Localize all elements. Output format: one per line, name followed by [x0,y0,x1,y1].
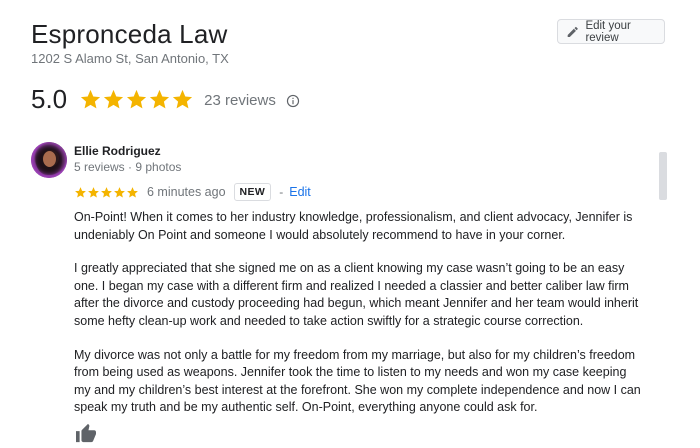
edit-review-link[interactable]: Edit [289,185,311,199]
separator: - [279,185,284,199]
review-paragraph: My divorce was not only a battle for my … [74,347,641,415]
avatar[interactable] [31,142,67,178]
edit-your-review-label: Edit your review [585,19,631,44]
rating-stars [79,88,194,111]
reviewer-meta: 5 reviews · 9 photos [74,160,182,174]
review-header-line: 6 minutes ago NEW - Edit [74,182,311,202]
edit-your-review-button[interactable]: Edit your review [557,19,665,44]
star-icon [127,89,147,108]
review-count[interactable]: 23 reviews [204,92,276,109]
review-text: On-Point! When it comes to her industry … [74,209,644,433]
info-icon[interactable] [286,94,300,108]
star-icon [81,89,101,108]
scrollbar-thumb[interactable] [659,152,667,200]
pencil-icon [567,26,578,37]
business-name: Espronceda Law [31,19,228,49]
business-address: 1202 S Alamo St, San Antonio, TX [31,51,229,66]
review-stars [74,186,139,199]
star-icon [114,186,125,197]
star-icon [101,186,112,197]
star-icon [104,89,124,108]
rating-value: 5.0 [31,83,68,114]
review-time: 6 minutes ago [147,185,226,199]
rating-summary: 5.0 23 reviews [31,84,300,114]
reviewer-name[interactable]: Ellie Rodriguez [74,144,161,158]
review-paragraph: I greatly appreciated that she signed me… [74,261,639,328]
review-paragraph: On-Point! When it comes to her industry … [74,210,633,242]
star-icon [173,89,193,108]
star-icon [75,186,86,197]
star-icon [88,186,99,197]
star-icon [150,89,170,108]
thumbs-up-icon[interactable] [75,423,97,443]
star-icon [127,186,138,197]
new-badge: NEW [233,183,272,201]
